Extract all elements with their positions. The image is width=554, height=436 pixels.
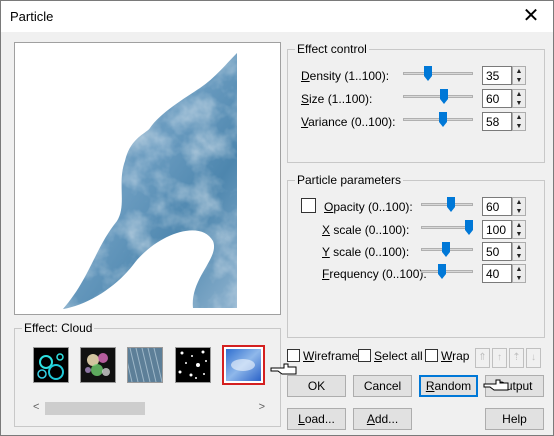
opacity-spinner[interactable]: 60 ▲ ▼	[482, 197, 526, 216]
spin-down-icon[interactable]: ▼	[513, 230, 525, 239]
preview-panel	[14, 42, 281, 315]
wrap-label[interactable]: Wrap	[441, 349, 469, 363]
y-scale-slider-thumb[interactable]	[442, 242, 450, 257]
close-icon[interactable]: ✕	[521, 5, 541, 27]
frequency-slider-thumb[interactable]	[438, 264, 446, 279]
spin-down-icon[interactable]: ▼	[513, 76, 525, 85]
move-down-icon[interactable]: ⇡	[509, 348, 524, 368]
window-title: Particle	[10, 9, 54, 24]
spin-down-icon[interactable]: ▼	[513, 274, 525, 283]
select-all-label[interactable]: Select all	[374, 349, 423, 363]
size-value[interactable]: 60	[482, 89, 512, 108]
add-button[interactable]: Add...	[353, 408, 412, 430]
size-slider-thumb[interactable]	[440, 89, 448, 104]
move-top-icon[interactable]: ⇑	[475, 348, 490, 368]
y-scale-label: Y scale (0..100):	[322, 245, 410, 259]
effect-control-title: Effect control	[295, 42, 369, 56]
particle-dialog: Particle ✕ Effect control Density (1..10…	[0, 0, 554, 436]
effect-thumb-bubbles[interactable]	[33, 347, 69, 383]
variance-slider-thumb[interactable]	[439, 112, 447, 127]
spin-up-icon[interactable]: ▲	[513, 67, 525, 76]
ok-button[interactable]: OK	[287, 375, 346, 397]
spin-up-icon[interactable]: ▲	[513, 113, 525, 122]
opacity-slider-thumb[interactable]	[447, 197, 455, 212]
opacity-value[interactable]: 60	[482, 197, 512, 216]
scroll-left-icon[interactable]: <	[33, 401, 39, 413]
x-scale-spinner[interactable]: 100 ▲ ▼	[482, 220, 526, 239]
title-bar: Particle ✕	[1, 1, 553, 32]
particle-parameters-title: Particle parameters	[295, 173, 404, 187]
opacity-label: Opacity (0..100):	[324, 200, 413, 214]
density-spinner[interactable]: 35 ▲ ▼	[482, 66, 526, 85]
spin-up-icon[interactable]: ▲	[513, 221, 525, 230]
size-label: Size (1..100):	[301, 92, 373, 106]
density-label: Density (1..100):	[301, 69, 390, 83]
cloud-preview-image	[63, 53, 237, 309]
effect-thumb-snow[interactable]	[175, 347, 211, 383]
x-scale-label: X scale (0..100):	[322, 223, 410, 237]
spin-down-icon[interactable]: ▼	[513, 122, 525, 131]
spin-up-icon[interactable]: ▲	[513, 243, 525, 252]
effect-label: Effect: Cloud	[22, 321, 95, 335]
x-scale-value[interactable]: 100	[482, 220, 512, 239]
spin-down-icon[interactable]: ▼	[513, 252, 525, 261]
spin-up-icon[interactable]: ▲	[513, 198, 525, 207]
effect-scrollbar[interactable]: < >	[27, 400, 271, 417]
size-slider-track[interactable]	[403, 95, 473, 98]
help-button[interactable]: Help	[485, 408, 544, 430]
wireframe-label[interactable]: Wireframe	[303, 349, 358, 363]
spin-up-icon[interactable]: ▲	[513, 90, 525, 99]
spin-down-icon[interactable]: ▼	[513, 207, 525, 216]
density-slider-thumb[interactable]	[424, 66, 432, 81]
effect-thumb-rain[interactable]	[123, 347, 163, 383]
frequency-label: Frequency (0..100):	[322, 267, 427, 281]
variance-spinner[interactable]: 58 ▲ ▼	[482, 112, 526, 131]
density-slider-track[interactable]	[403, 72, 473, 75]
load-button[interactable]: Load...	[287, 408, 346, 430]
spin-down-icon[interactable]: ▼	[513, 99, 525, 108]
scrollbar-thumb[interactable]	[45, 402, 145, 415]
move-bottom-icon[interactable]: ↓	[526, 348, 541, 368]
variance-slider-track[interactable]	[403, 118, 473, 121]
variance-label: Variance (0..100):	[301, 115, 396, 129]
y-scale-spinner[interactable]: 50 ▲ ▼	[482, 242, 526, 261]
size-spinner[interactable]: 60 ▲ ▼	[482, 89, 526, 108]
effect-thumb-cloud-selected[interactable]	[222, 345, 265, 385]
density-value[interactable]: 35	[482, 66, 512, 85]
scroll-right-icon[interactable]: >	[259, 401, 265, 413]
pointing-hand-cursor	[483, 379, 509, 391]
frequency-slider-track[interactable]	[421, 270, 473, 273]
select-all-checkbox[interactable]	[358, 349, 371, 362]
move-up-icon[interactable]: ↑	[492, 348, 507, 368]
wireframe-checkbox[interactable]	[287, 349, 300, 362]
opacity-color-checkbox[interactable]	[301, 198, 316, 213]
frequency-spinner[interactable]: 40 ▲ ▼	[482, 264, 526, 283]
variance-value[interactable]: 58	[482, 112, 512, 131]
x-scale-slider-thumb[interactable]	[465, 220, 473, 235]
wrap-checkbox[interactable]	[425, 349, 438, 362]
effect-thumb-bokeh[interactable]	[80, 347, 116, 383]
random-button[interactable]: Random	[419, 375, 478, 397]
y-scale-value[interactable]: 50	[482, 242, 512, 261]
cancel-button[interactable]: Cancel	[353, 375, 412, 397]
frequency-value[interactable]: 40	[482, 264, 512, 283]
spin-up-icon[interactable]: ▲	[513, 265, 525, 274]
